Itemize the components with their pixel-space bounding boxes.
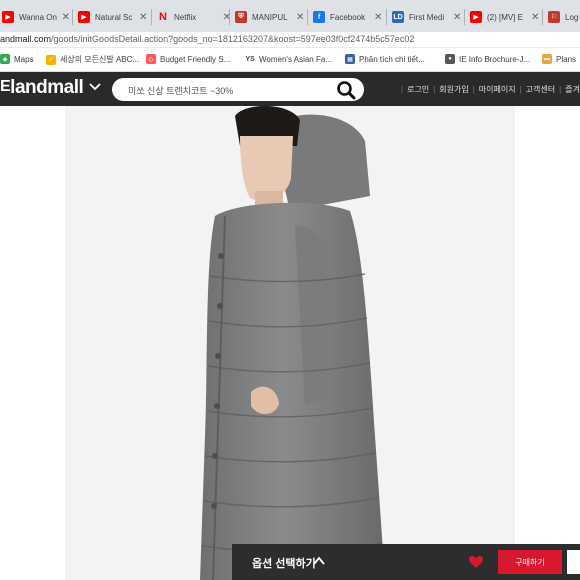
bookmark-label: 세상의 모든신발 ABC...	[60, 55, 140, 64]
tab-title: MANIPUL	[252, 12, 288, 22]
grid-icon: ▦	[345, 54, 355, 64]
bookmark-label: Maps	[14, 54, 34, 64]
customer-center-link[interactable]: 고객센터	[526, 85, 555, 94]
abc-icon: ✓	[46, 54, 56, 65]
site-logo[interactable]: Elandmall	[0, 77, 84, 99]
heart-icon[interactable]	[468, 554, 484, 570]
bookmark-phan-tich[interactable]: ▦ Phân tích chi tiết...	[345, 54, 425, 64]
tab-6[interactable]: ▶ (2) [MV] E ✕	[464, 4, 544, 30]
close-icon[interactable]: ✕	[296, 12, 304, 23]
bookmark-ie-info[interactable]: ● IE Info Brochure-J...	[445, 54, 530, 64]
tab-0[interactable]: ▶ Wanna On ✕	[0, 4, 70, 30]
youtube-icon: ▶	[470, 11, 482, 23]
search-box[interactable]: 미쏘 신상 트렌치코트 ~30%	[112, 78, 364, 101]
close-icon[interactable]: ✕	[62, 12, 70, 23]
chevron-down-icon[interactable]	[88, 80, 102, 94]
tab-3[interactable]: ⛨ MANIPUL ✕	[229, 4, 309, 30]
address-bar[interactable]: andmall.com/goods/initGoodsDetail.action…	[0, 32, 580, 48]
signup-link[interactable]: 회원가입	[439, 85, 468, 94]
link-divider: |	[401, 85, 404, 94]
bookmark-label: Women's Asian Fa...	[259, 54, 332, 64]
location-icon: ●	[445, 54, 455, 64]
mypage-link[interactable]: 마이페이지	[479, 85, 516, 94]
bookmark-maps[interactable]: ◆ Maps	[0, 54, 34, 64]
link-divider: |	[472, 85, 475, 94]
close-icon[interactable]: ✕	[139, 12, 147, 23]
bookmark-budget[interactable]: ◇ Budget Friendly S...	[146, 54, 230, 64]
header-links: | 로그인 | 회원가입 | 마이페이지 | 고객센터 | 즐겨	[397, 84, 580, 95]
facebook-icon: f	[313, 11, 325, 23]
ld-icon: LD	[392, 11, 404, 23]
tab-title: Log	[565, 12, 579, 22]
url-host: andmall.com	[0, 34, 52, 44]
maps-icon: ◆	[0, 54, 10, 64]
model-coat-illustration	[65, 106, 515, 580]
product-page	[0, 106, 580, 580]
bookmarks-bar: ◆ Maps ✓ 세상의 모든신발 ABC... ◇ Budget Friend…	[0, 48, 580, 72]
tab-5[interactable]: LD First Medi ✕	[386, 4, 466, 30]
buy-button[interactable]: 구매하기	[498, 550, 562, 574]
tab-2[interactable]: N Netflix ✕	[151, 4, 231, 30]
bookmark-abc[interactable]: ✓ 세상의 모든신발 ABC...	[46, 54, 139, 65]
chevron-up-icon[interactable]	[312, 554, 326, 568]
shield-icon: ⛨	[235, 11, 247, 23]
tab-title: (2) [MV] E	[487, 12, 524, 22]
tab-4[interactable]: f Facebook ✕	[307, 4, 387, 30]
tab-1[interactable]: ▶ Natural Sc ✕	[72, 4, 152, 30]
favorites-link[interactable]: 즐겨	[565, 85, 580, 94]
logo-text: landmall	[10, 77, 84, 98]
youtube-icon: ▶	[2, 11, 14, 23]
option-select-button[interactable]: 옵션 선택하기	[252, 555, 316, 571]
search-input[interactable]: 미쏘 신상 트렌치코트 ~30%	[128, 84, 233, 97]
tab-title: Wanna On	[19, 12, 57, 22]
ys-icon: YS	[245, 54, 255, 64]
close-icon[interactable]: ✕	[374, 12, 382, 23]
bookmark-label: Plans	[556, 54, 577, 64]
bookmark-womens-asian[interactable]: YS Women's Asian Fa...	[245, 54, 332, 64]
bookmark-label: Phân tích chi tiết...	[359, 54, 425, 64]
log-icon: ⚐	[548, 11, 560, 23]
youtube-icon: ▶	[78, 11, 90, 23]
product-image	[65, 106, 515, 580]
login-link[interactable]: 로그인	[407, 85, 429, 94]
tab-title: First Medi	[409, 12, 445, 22]
purchase-bar: 옵션 선택하기 구매하기	[232, 544, 580, 580]
close-icon[interactable]: ✕	[453, 12, 461, 23]
url-path: /goods/initGoodsDetail.action?goods_no=1…	[51, 34, 415, 44]
search-icon[interactable]	[336, 80, 356, 100]
logo-e-icon: E	[0, 78, 11, 95]
bookmark-plans[interactable]: ▬ Plans	[542, 54, 576, 64]
bookmark-label: Budget Friendly S...	[160, 54, 231, 64]
cart-button[interactable]	[567, 550, 580, 574]
link-divider: |	[519, 85, 522, 94]
tab-title: Natural Sc	[95, 12, 133, 22]
airbnb-icon: ◇	[146, 54, 156, 64]
tab-title: Netflix	[174, 12, 197, 22]
netflix-icon: N	[159, 11, 167, 23]
tab-7[interactable]: ⚐ Log	[542, 4, 580, 30]
plans-icon: ▬	[542, 54, 552, 64]
bookmark-label: IE Info Brochure-J...	[459, 54, 531, 64]
site-header: Elandmall 미쏘 신상 트렌치코트 ~30% | 로그인 | 회원가입 | 마이페…	[0, 72, 580, 106]
tab-strip: ▶ Wanna On ✕ ▶ Natural Sc ✕ N Netflix ✕ …	[0, 0, 580, 32]
link-divider: |	[433, 85, 436, 94]
tab-title: Facebook	[330, 12, 366, 22]
link-divider: |	[559, 85, 562, 94]
close-icon[interactable]: ✕	[531, 12, 539, 23]
